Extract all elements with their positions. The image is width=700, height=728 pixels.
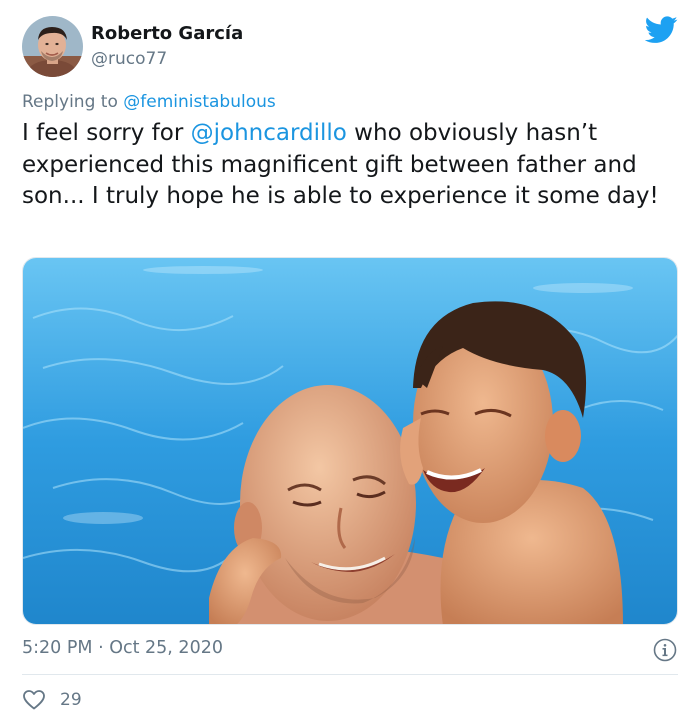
info-icon[interactable] (653, 638, 677, 662)
tweet-text: I feel sorry for @johncardillo who obvio… (22, 118, 682, 213)
like-button[interactable]: 29 (22, 686, 82, 714)
replying-to: Replying to @feministabulous (22, 92, 276, 112)
avatar[interactable] (22, 16, 83, 77)
tweet-mention-link[interactable]: @johncardillo (191, 120, 347, 146)
replying-prefix: Replying to (22, 92, 118, 112)
tweet-photo[interactable] (22, 257, 678, 625)
tweet-card: Roberto García @ruco77 Replying to @femi… (0, 0, 700, 728)
tweet-time: 5:20 PM (22, 638, 93, 658)
reply-mention-link[interactable]: @feministabulous (123, 92, 276, 112)
heart-icon[interactable] (22, 688, 46, 712)
tweet-text-start: I feel sorry for (22, 120, 191, 146)
divider (22, 674, 678, 675)
tweet-timestamp[interactable]: 5:20 PM · Oct 25, 2020 (22, 638, 223, 658)
meta-separator: · (92, 638, 110, 658)
author-handle[interactable]: @ruco77 (91, 49, 167, 69)
author-name[interactable]: Roberto García (91, 23, 243, 44)
twitter-bird-icon[interactable] (644, 16, 678, 44)
tweet-date: Oct 25, 2020 (109, 638, 223, 658)
like-count: 29 (60, 690, 82, 710)
